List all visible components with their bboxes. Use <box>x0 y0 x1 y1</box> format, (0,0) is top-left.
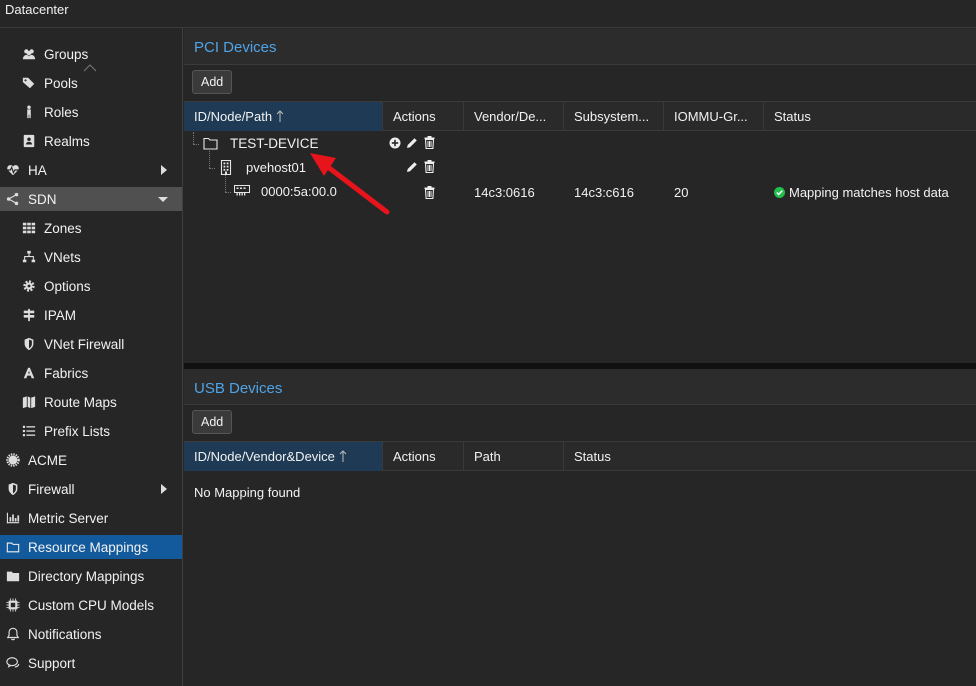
pci-col-status[interactable]: Status <box>764 102 976 131</box>
usb-toolbar: Add <box>184 406 976 439</box>
sidebar-item-ha[interactable]: HA <box>0 158 182 182</box>
usb-col-id-node-vendor-device[interactable]: ID/Node/Vendor&Device <box>184 442 383 471</box>
users-icon <box>21 46 37 62</box>
sidebar-item-roles[interactable]: Roles <box>0 100 182 124</box>
expand-right-icon[interactable] <box>158 484 168 494</box>
usb-grid-body: No Mapping found <box>184 471 976 686</box>
pci-col-iommu-group[interactable]: IOMMU-Gr... <box>664 102 764 131</box>
bar-chart-icon <box>5 510 21 526</box>
edit-icon[interactable] <box>406 137 418 149</box>
tree-guide <box>209 168 215 169</box>
pci-grid-header: ID/Node/Path Actions Vendor/De... Subsys… <box>184 101 976 131</box>
pci-col-subsystem[interactable]: Subsystem... <box>564 102 664 131</box>
sort-asc-icon <box>276 110 284 122</box>
edit-icon[interactable] <box>406 161 418 173</box>
sdn-icon <box>5 191 21 207</box>
sidebar-item-support[interactable]: Support <box>0 651 182 675</box>
pci-col-actions[interactable]: Actions <box>383 102 464 131</box>
sidebar-item-acme[interactable]: ACME <box>0 448 182 472</box>
tree-guide <box>193 132 194 144</box>
sidebar-item-groups[interactable]: Groups <box>0 42 182 66</box>
address-book-icon <box>21 133 37 149</box>
sidebar-item-firewall[interactable]: Firewall <box>0 477 182 501</box>
sidebar-item-ipam[interactable]: IPAM <box>0 303 182 327</box>
sidebar-item-vnet-firewall[interactable]: VNet Firewall <box>0 332 182 356</box>
usb-add-button[interactable]: Add <box>192 410 233 434</box>
sidebar-item-pools[interactable]: Pools <box>0 71 182 95</box>
iommu-group-value: 20 <box>674 185 689 200</box>
sidebar-item-directory-mappings[interactable]: Directory Mappings <box>0 564 182 588</box>
vendor-device-value: 14c3:0616 <box>474 185 535 200</box>
expand-right-icon[interactable] <box>158 165 168 175</box>
sidebar-nav[interactable]: Groups Pools Roles Realms HA SDN Zones V… <box>0 28 183 686</box>
usb-col-status[interactable]: Status <box>564 442 976 471</box>
tree-guide <box>225 192 231 193</box>
fabric-icon <box>21 365 37 381</box>
usb-panel-header: USB Devices <box>184 369 976 405</box>
grid-icon <box>21 220 37 236</box>
signpost-icon <box>21 307 37 323</box>
check-circle-icon <box>774 187 785 198</box>
bell-icon <box>5 626 21 642</box>
sidebar-item-resource-mappings[interactable]: Resource Mappings <box>0 535 182 559</box>
top-bar: Datacenter <box>0 0 976 28</box>
map-icon <box>21 394 37 410</box>
resource-title: Datacenter <box>5 2 69 17</box>
usb-grid-header: ID/Node/Vendor&Device Actions Path Statu… <box>184 441 976 471</box>
pci-col-vendor-device[interactable]: Vendor/De... <box>464 102 564 131</box>
pci-card-icon <box>234 185 250 196</box>
shield-icon <box>21 336 37 352</box>
tree-guide <box>209 151 210 168</box>
usb-col-actions[interactable]: Actions <box>383 442 464 471</box>
certificate-icon <box>5 452 21 468</box>
tags-icon <box>21 75 37 91</box>
pci-panel-title: PCI Devices <box>194 39 277 56</box>
sidebar-item-route-maps[interactable]: Route Maps <box>0 390 182 414</box>
building-icon <box>220 160 232 175</box>
heartbeat-icon <box>5 162 21 178</box>
trash-icon[interactable] <box>424 160 435 173</box>
folder-icon <box>5 568 21 584</box>
shield-icon <box>5 481 21 497</box>
empty-message: No Mapping found <box>194 485 301 500</box>
male-icon <box>21 104 37 120</box>
list-icon <box>21 423 37 439</box>
comments-icon <box>5 655 21 671</box>
gear-icon <box>21 278 37 294</box>
sidebar-item-options[interactable]: Options <box>0 274 182 298</box>
folder-outline-icon <box>5 539 21 555</box>
pci-col-id-node-path[interactable]: ID/Node/Path <box>184 102 383 131</box>
trash-icon[interactable] <box>424 136 435 149</box>
pci-toolbar: Add <box>184 66 976 99</box>
sidebar-item-realms[interactable]: Realms <box>0 129 182 153</box>
tree-guide <box>193 144 199 145</box>
status-value: Mapping matches host data <box>789 185 949 200</box>
annotation-arrow-icon <box>310 153 390 215</box>
usb-panel-title: USB Devices <box>194 380 283 397</box>
network-icon <box>21 249 37 265</box>
pci-panel-header: PCI Devices <box>184 29 976 65</box>
sidebar-item-notifications[interactable]: Notifications <box>0 622 182 646</box>
sidebar-item-sdn[interactable]: SDN <box>0 187 182 211</box>
subsystem-value: 14c3:c616 <box>574 185 634 200</box>
pci-add-button[interactable]: Add <box>192 70 233 94</box>
sort-asc-icon <box>339 450 347 462</box>
sidebar-item-zones[interactable]: Zones <box>0 216 182 240</box>
sidebar-item-custom-cpu-models[interactable]: Custom CPU Models <box>0 593 182 617</box>
cpu-icon <box>5 597 21 613</box>
trash-icon[interactable] <box>424 186 435 199</box>
tree-guide <box>225 175 226 192</box>
sidebar-item-prefix-lists[interactable]: Prefix Lists <box>0 419 182 443</box>
folder-outline-icon <box>203 137 218 150</box>
usb-col-path[interactable]: Path <box>464 442 564 471</box>
pci-grid-body: TEST-DEVICE pvehost01 0000:5a:00.0 14c3:… <box>184 131 976 363</box>
collapse-down-icon[interactable] <box>158 194 168 204</box>
sidebar-item-metric-server[interactable]: Metric Server <box>0 506 182 530</box>
sidebar-item-vnets[interactable]: VNets <box>0 245 182 269</box>
sidebar-item-fabrics[interactable]: Fabrics <box>0 361 182 385</box>
